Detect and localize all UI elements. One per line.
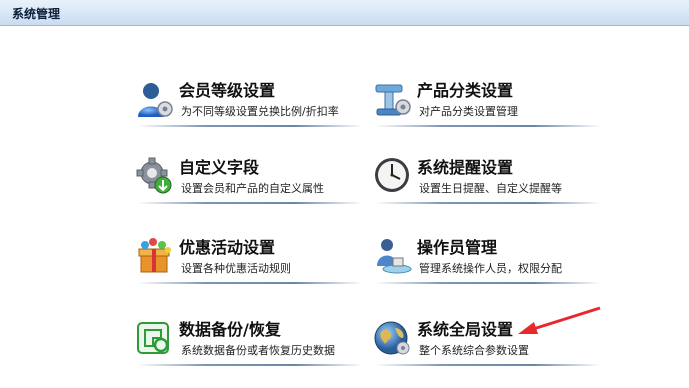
tile-description: 设置各种优惠活动规则 xyxy=(181,262,291,275)
tile-divider xyxy=(137,202,363,204)
tile-description: 整个系统综合参数设置 xyxy=(419,344,529,357)
member-icon xyxy=(135,79,175,119)
tile-divider xyxy=(137,364,363,366)
tile-title: 数据备份/恢复 xyxy=(179,320,281,339)
title-bar: 系统管理 xyxy=(0,0,689,26)
tile-member-level[interactable]: 会员等级设置 为不同等级设置兑换比例/折扣率 xyxy=(135,75,367,143)
tile-description: 设置生日提醒、自定义提醒等 xyxy=(419,182,562,195)
tile-divider xyxy=(137,125,363,127)
tile-divider xyxy=(375,125,601,127)
clock-icon xyxy=(373,156,413,196)
tile-title: 产品分类设置 xyxy=(417,81,514,100)
tile-divider xyxy=(375,364,601,366)
tile-description: 设置会员和产品的自定义属性 xyxy=(181,182,324,195)
tile-title: 优惠活动设置 xyxy=(179,238,276,257)
globe-icon xyxy=(373,318,413,358)
tile-title: 系统全局设置 xyxy=(417,320,514,339)
backup-icon xyxy=(135,318,175,358)
tile-custom-fields[interactable]: 自定义字段 设置会员和产品的自定义属性 xyxy=(135,152,367,220)
tile-divider xyxy=(375,202,601,204)
tile-divider xyxy=(137,282,363,284)
tile-title: 自定义字段 xyxy=(179,158,260,177)
tile-description: 管理系统操作人员，权限分配 xyxy=(419,262,562,275)
window-title: 系统管理 xyxy=(12,7,61,21)
tile-divider xyxy=(375,282,601,284)
annotation-arrow-icon xyxy=(518,306,601,334)
tile-description: 系统数据备份或者恢复历史数据 xyxy=(181,344,335,357)
tile-title: 会员等级设置 xyxy=(179,81,276,100)
operator-icon xyxy=(373,236,413,276)
gear-icon xyxy=(135,156,175,196)
gift-icon xyxy=(135,236,175,276)
tile-data-backup[interactable]: 数据备份/恢复 系统数据备份或者恢复历史数据 xyxy=(135,314,367,382)
tile-promotion[interactable]: 优惠活动设置 设置各种优惠活动规则 xyxy=(135,232,367,300)
tile-system-reminder[interactable]: 系统提醒设置 设置生日提醒、自定义提醒等 xyxy=(373,152,605,220)
tile-title: 系统提醒设置 xyxy=(417,158,514,177)
tile-product-category[interactable]: 产品分类设置 对产品分类设置管理 xyxy=(373,75,605,143)
tile-title: 操作员管理 xyxy=(417,238,498,257)
tile-description: 为不同等级设置兑换比例/折扣率 xyxy=(181,105,339,118)
tile-description: 对产品分类设置管理 xyxy=(419,105,518,118)
tile-operator-management[interactable]: 操作员管理 管理系统操作人员，权限分配 xyxy=(373,232,605,300)
category-icon xyxy=(373,79,413,119)
